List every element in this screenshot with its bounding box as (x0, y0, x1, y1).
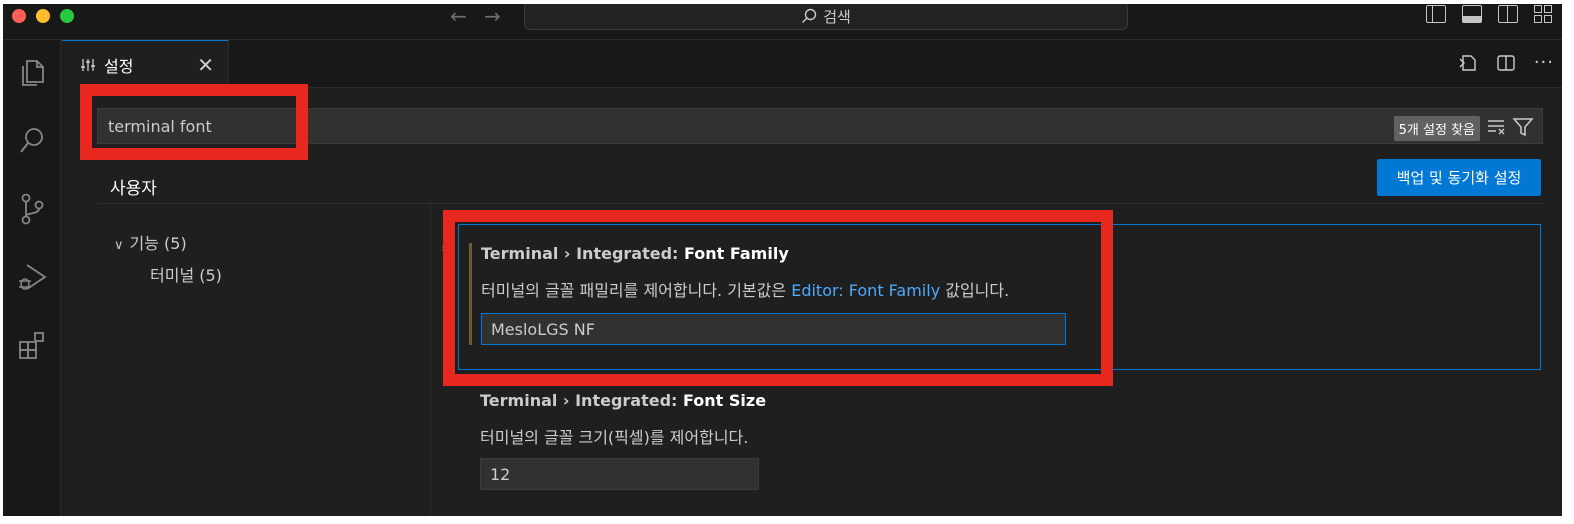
toggle-sidebar-icon[interactable] (1426, 5, 1446, 23)
toc-item-terminal[interactable]: 터미널 (5) (150, 262, 222, 286)
source-control-icon[interactable] (3, 184, 61, 234)
open-settings-json-icon[interactable] (1458, 53, 1478, 73)
close-window-button[interactable] (12, 9, 26, 23)
backup-sync-button[interactable]: 백업 및 동기화 설정 (1377, 159, 1541, 196)
layout-controls (1426, 5, 1554, 23)
title-bar: ← → 검색 (3, 4, 1562, 40)
editor-actions: ··· (1458, 52, 1554, 73)
customize-layout-icon[interactable] (1534, 5, 1554, 23)
more-actions-icon[interactable]: ··· (1534, 52, 1554, 73)
font-size-input[interactable]: 12 (480, 458, 759, 490)
tab-settings[interactable]: 설정 ✕ (62, 40, 229, 88)
search-icon[interactable] (3, 116, 61, 166)
vscode-window: ← → 검색 설정 ✕ ··· terminal font 5개 설정 찾음 사… (3, 4, 1562, 516)
setting-name: Font Family (684, 244, 789, 263)
toggle-panel-icon[interactable] (1462, 5, 1482, 23)
search-icon (802, 8, 817, 23)
setting-title: Terminal › Integrated: Font Family (481, 244, 789, 263)
font-family-input[interactable]: MesloLGS NF (481, 313, 1066, 345)
modified-indicator (469, 243, 472, 345)
setting-title: Terminal › Integrated: Font Size (480, 391, 766, 410)
run-debug-icon[interactable] (3, 252, 61, 302)
setting-name: Font Size (683, 391, 767, 410)
setting-category: Terminal › Integrated: (480, 391, 683, 410)
settings-search-input[interactable]: terminal font 5개 설정 찾음 (97, 108, 1543, 144)
chevron-down-icon: ∨ (114, 238, 124, 253)
tab-label: 설정 (104, 56, 134, 76)
result-count-badge: 5개 설정 찾음 (1393, 116, 1480, 141)
setting-font-size: Terminal › Integrated: Font Size 터미널의 글꼴… (458, 376, 1541, 516)
zoom-window-button[interactable] (60, 9, 74, 23)
setting-category: Terminal › Integrated: (481, 244, 684, 263)
extensions-icon[interactable] (3, 320, 61, 370)
activity-bar (3, 40, 61, 516)
split-editor-icon[interactable] (1496, 53, 1516, 73)
command-center-label: 검색 (823, 7, 851, 26)
command-center[interactable]: 검색 (524, 4, 1128, 30)
explorer-icon[interactable] (3, 48, 61, 98)
close-icon[interactable]: ✕ (197, 53, 214, 77)
clear-filter-icon[interactable] (1486, 117, 1508, 137)
settings-toc: ∨ 기능 (5) 터미널 (5) (62, 204, 431, 516)
arrow-right-icon[interactable]: → (484, 5, 501, 27)
editor-font-family-link[interactable]: Editor: Font Family (791, 281, 940, 300)
toc-category-label: 기능 (5) (129, 234, 187, 253)
editor-tab-bar: 설정 ✕ ··· (62, 40, 1562, 88)
arrow-left-icon[interactable]: ← (450, 5, 467, 27)
setting-description: 터미널의 글꼴 패밀리를 제어합니다. 기본값은 Editor: Font Fa… (481, 277, 1009, 301)
description-text: 터미널의 글꼴 패밀리를 제어합니다. 기본값은 (481, 281, 792, 300)
toc-item-features[interactable]: ∨ 기능 (5) (114, 230, 187, 254)
filter-icon[interactable] (1512, 117, 1534, 137)
minimize-window-button[interactable] (36, 9, 50, 23)
tab-user-settings[interactable]: 사용자 (97, 170, 170, 204)
gear-icon[interactable]: ⚙ (441, 239, 455, 258)
setting-description: 터미널의 글꼴 크기(픽셀)를 제어합니다. (480, 428, 749, 447)
setting-font-family: ⚙ Terminal › Integrated: Font Family 터미널… (441, 224, 1541, 370)
toggle-secondary-sidebar-icon[interactable] (1498, 5, 1518, 23)
settings-sliders-icon (81, 58, 95, 71)
description-text: 값입니다. (940, 281, 1010, 300)
settings-search-value: terminal font (108, 117, 212, 136)
